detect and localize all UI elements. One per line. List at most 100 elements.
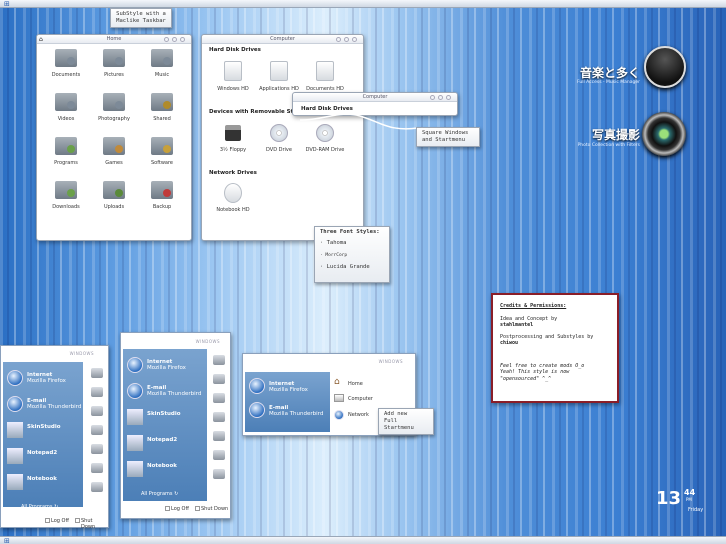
program-entry[interactable]: Notebook — [27, 476, 57, 482]
program-icon[interactable] — [7, 422, 23, 438]
clock-widget: 13 44 PM Friday — [652, 488, 712, 518]
home-titlebar[interactable]: ⌂ Home — [37, 35, 191, 44]
start-menu-1: WINDOWS All Programs ↻ Log Off Shut Down… — [0, 345, 109, 530]
drive-icon[interactable] — [316, 61, 334, 81]
folder-icon[interactable] — [151, 49, 173, 67]
quick-link-icon[interactable] — [213, 431, 225, 441]
photo-widget[interactable]: 写真撮影 Photo Collection with Filters — [536, 110, 686, 160]
folder-icon[interactable] — [103, 181, 125, 199]
log-off-button[interactable]: Log Off — [51, 518, 69, 524]
network-link[interactable]: Network — [348, 412, 369, 418]
program-entry[interactable]: SkinStudio — [27, 424, 61, 430]
windows-logo-icon[interactable]: ⊞ — [4, 537, 10, 544]
maximize-button[interactable] — [172, 37, 177, 42]
minimize-button[interactable] — [336, 37, 341, 42]
speaker-knob-icon[interactable] — [644, 46, 686, 88]
folder-icon[interactable] — [55, 137, 77, 155]
home-link[interactable]: Home — [348, 381, 363, 387]
computer-small-titlebar[interactable]: Computer — [293, 93, 457, 102]
quick-link-icon[interactable] — [91, 406, 103, 416]
computer-link[interactable]: Computer — [348, 396, 373, 402]
program-icon[interactable] — [7, 396, 23, 412]
folder-label: Videos — [57, 116, 75, 122]
dvd-icon[interactable] — [270, 124, 288, 142]
quick-link-icon[interactable] — [213, 412, 225, 422]
close-button[interactable] — [446, 95, 451, 100]
folder-icon[interactable] — [103, 49, 125, 67]
quick-link-icon[interactable] — [213, 469, 225, 479]
quick-link-icon[interactable] — [91, 387, 103, 397]
all-programs-button[interactable]: All Programs ↻ — [21, 504, 58, 510]
shut-down-button[interactable]: Shut Down — [81, 518, 108, 530]
quick-link-icon[interactable] — [91, 444, 103, 454]
shut-down-button[interactable]: Shut Down — [201, 506, 228, 512]
email-entry[interactable]: E-mail Mozilla Thunderbird — [269, 405, 323, 417]
folder-icon[interactable] — [55, 181, 77, 199]
drive-icon[interactable] — [224, 61, 242, 81]
folder-icon[interactable] — [55, 93, 77, 111]
folder-icon[interactable] — [103, 93, 125, 111]
close-button[interactable] — [180, 37, 185, 42]
program-entry[interactable]: Internet Mozilla Firefox — [27, 372, 66, 384]
windows-logo-icon[interactable]: ⊞ — [4, 0, 10, 8]
home-icon[interactable]: ⌂ — [334, 377, 340, 387]
brand-label: WINDOWS — [69, 351, 94, 356]
program-icon[interactable] — [7, 474, 23, 490]
quick-link-icon[interactable] — [91, 463, 103, 473]
computer-icon[interactable] — [334, 394, 344, 402]
log-off-button[interactable]: Log Off — [171, 506, 189, 512]
folder-icon[interactable] — [151, 181, 173, 199]
program-icon[interactable] — [127, 383, 143, 399]
shut-down-icon[interactable] — [75, 518, 80, 523]
program-icon[interactable] — [127, 435, 143, 451]
floppy-icon[interactable] — [225, 125, 241, 141]
close-button[interactable] — [352, 37, 357, 42]
folder-icon[interactable] — [103, 137, 125, 155]
quick-link-icon[interactable] — [91, 482, 103, 492]
program-icon[interactable] — [7, 448, 23, 464]
network-icon[interactable] — [334, 410, 344, 420]
network-drive-icon[interactable] — [224, 183, 242, 203]
folder-badge-icon — [163, 189, 171, 197]
folder-badge-icon — [67, 189, 75, 197]
program-icon[interactable] — [127, 357, 143, 373]
camera-lens-icon[interactable] — [642, 112, 686, 156]
program-entry[interactable]: SkinStudio — [147, 411, 181, 417]
quick-link-icon[interactable] — [91, 368, 103, 378]
folder-icon[interactable] — [55, 49, 77, 67]
quick-link-icon[interactable] — [213, 374, 225, 384]
folder-icon[interactable] — [151, 93, 173, 111]
all-programs-button[interactable]: All Programs ↻ — [141, 491, 178, 497]
log-off-icon[interactable] — [165, 506, 170, 511]
folder-badge-icon — [115, 101, 123, 109]
shut-down-icon[interactable] — [195, 506, 200, 511]
program-entry[interactable]: E-mail Mozilla Thunderbird — [147, 385, 201, 397]
program-icon[interactable] — [7, 370, 23, 386]
bottom-taskbar: ⊞ — [0, 536, 726, 544]
credits-title: Credits & Permissions: — [500, 303, 567, 309]
program-entry[interactable]: Notebook — [147, 463, 177, 469]
quick-link-icon[interactable] — [213, 393, 225, 403]
maximize-button[interactable] — [438, 95, 443, 100]
program-icon[interactable] — [127, 461, 143, 477]
connector-line — [300, 113, 419, 130]
program-entry[interactable]: E-mail Mozilla Thunderbird — [27, 398, 81, 410]
computer-titlebar[interactable]: Computer — [202, 35, 363, 44]
program-icon[interactable] — [127, 409, 143, 425]
music-widget[interactable]: 音楽と多く Full Access - Music Manager — [536, 44, 686, 94]
internet-entry[interactable]: Internet Mozilla Firefox — [269, 381, 308, 393]
folder-icon[interactable] — [151, 137, 173, 155]
quick-link-icon[interactable] — [91, 425, 103, 435]
thunderbird-icon[interactable] — [249, 402, 265, 418]
maximize-button[interactable] — [344, 37, 349, 42]
log-off-icon[interactable] — [45, 518, 50, 523]
program-entry[interactable]: Notepad2 — [27, 450, 57, 456]
drive-icon[interactable] — [270, 61, 288, 81]
minimize-button[interactable] — [164, 37, 169, 42]
program-entry[interactable]: Notepad2 — [147, 437, 177, 443]
quick-link-icon[interactable] — [213, 450, 225, 460]
program-entry[interactable]: Internet Mozilla Firefox — [147, 359, 186, 371]
quick-link-icon[interactable] — [213, 355, 225, 365]
minimize-button[interactable] — [430, 95, 435, 100]
firefox-icon[interactable] — [249, 378, 265, 394]
